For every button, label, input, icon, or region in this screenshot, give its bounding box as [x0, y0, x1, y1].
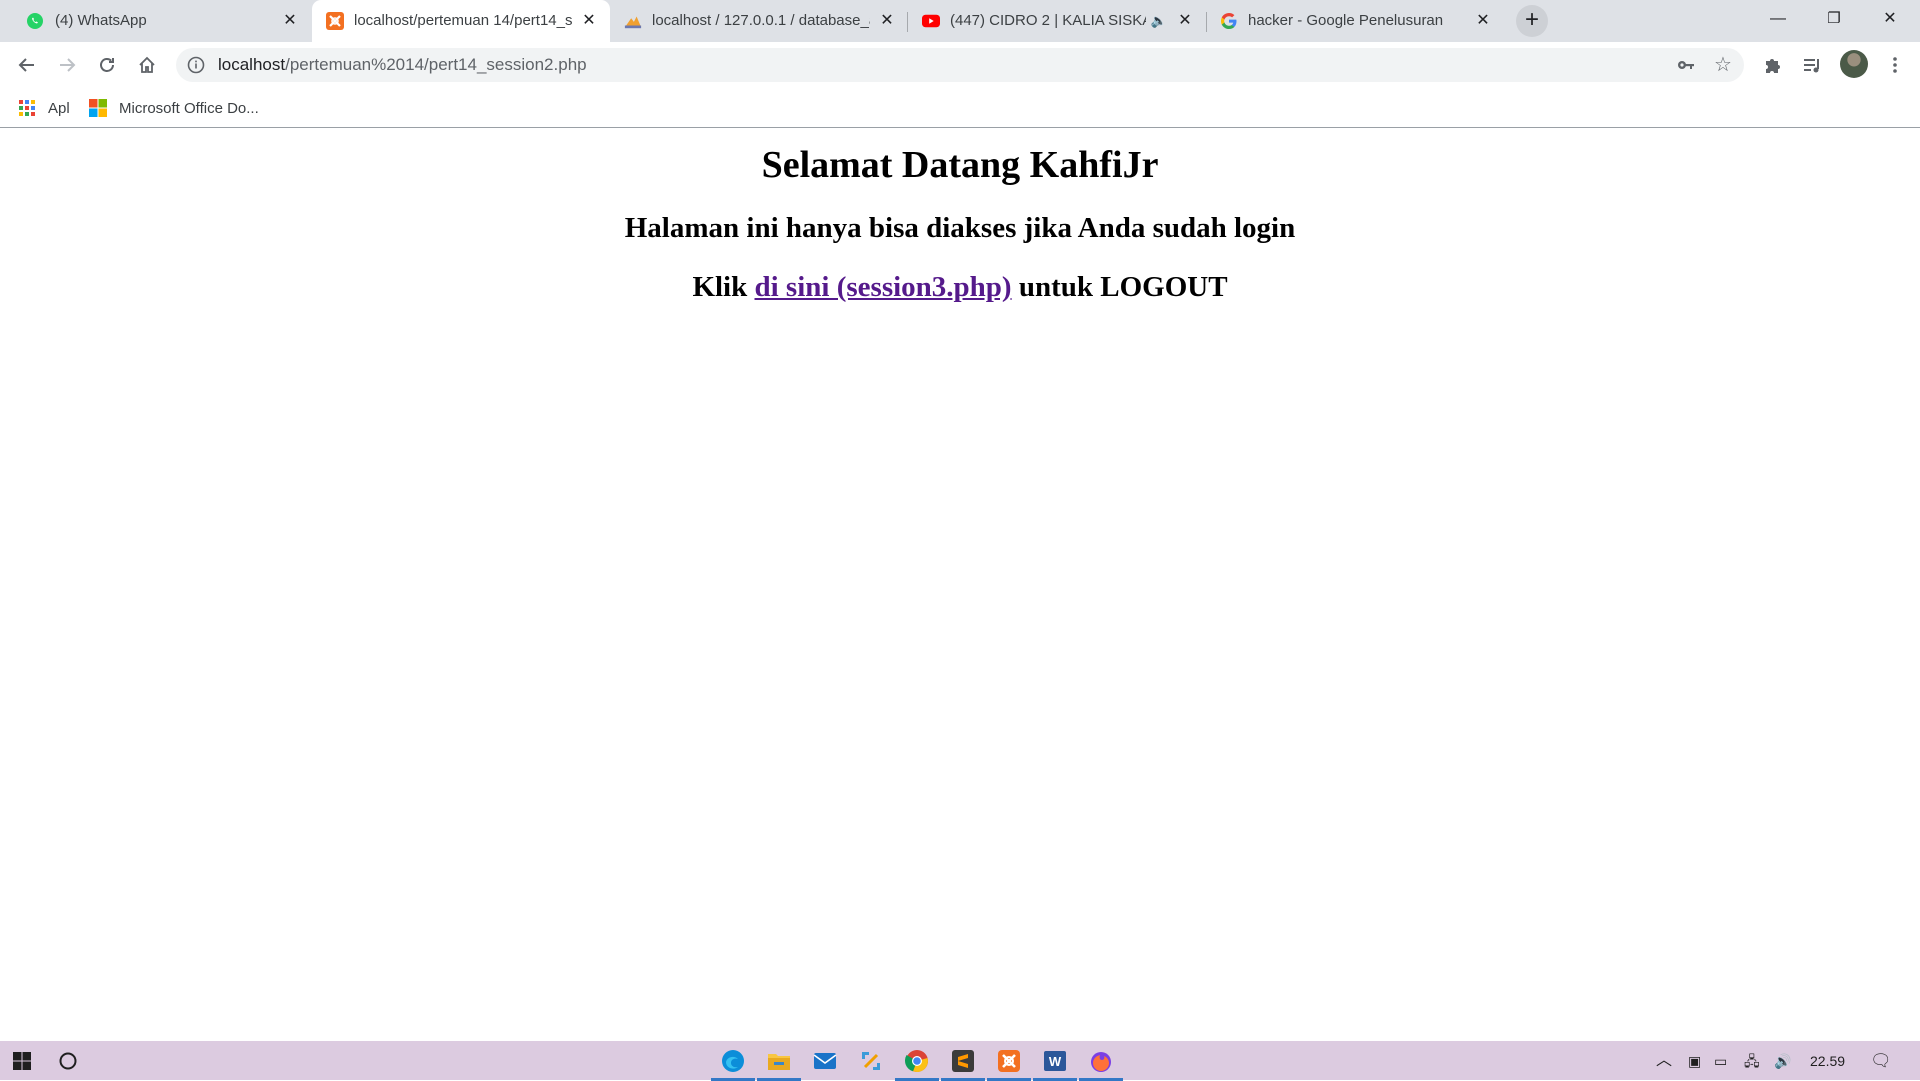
- bookmark-label: Microsoft Office Do...: [119, 99, 259, 117]
- phpmyadmin-icon: [624, 12, 642, 30]
- chevron-up-icon[interactable]: ︿: [1656, 1051, 1672, 1071]
- close-tab-icon[interactable]: ✕: [878, 12, 896, 30]
- bookmark-microsoft-office[interactable]: Microsoft Office Do...: [89, 98, 259, 118]
- tab-youtube[interactable]: (447) CIDRO 2 | KALIA SISKA 🔈 ✕: [908, 0, 1206, 42]
- extensions-button[interactable]: [1757, 50, 1787, 80]
- reload-icon: [100, 58, 114, 72]
- minimize-button[interactable]: —: [1750, 0, 1806, 38]
- sublime-text-icon[interactable]: [941, 1047, 985, 1081]
- bookmarks-bar: Apl Microsoft Office Do...: [0, 88, 1920, 128]
- xampp-icon[interactable]: [987, 1047, 1031, 1081]
- url-text[interactable]: localhost/pertemuan%2014/pert14_session2…: [218, 55, 587, 75]
- logout-link[interactable]: di sini (session3.php): [755, 271, 1012, 303]
- url-host: localhost: [218, 55, 286, 74]
- address-bar[interactable]: localhost/pertemuan%2014/pert14_session2…: [176, 48, 1744, 82]
- tab-session2[interactable]: localhost/pertemuan 14/pert14_s ✕: [312, 0, 610, 42]
- close-tab-icon[interactable]: ✕: [1474, 12, 1492, 30]
- search-circle-icon[interactable]: [54, 1047, 82, 1075]
- close-tab-icon[interactable]: ✕: [281, 12, 299, 30]
- tab-google[interactable]: hacker - Google Penelusuran ✕: [1206, 0, 1504, 42]
- snip-sketch-icon[interactable]: [857, 1047, 885, 1075]
- bookmark-label: Apl: [48, 99, 70, 117]
- chrome-icon[interactable]: [895, 1047, 939, 1081]
- profile-avatar[interactable]: [1840, 50, 1868, 78]
- youtube-icon: [922, 12, 940, 30]
- forward-button[interactable]: [52, 50, 82, 80]
- tab-whatsapp[interactable]: (4) WhatsApp ✕: [0, 0, 312, 42]
- xampp-icon: [326, 12, 344, 30]
- browser-toolbar: localhost/pertemuan%2014/pert14_session2…: [0, 42, 1920, 88]
- tab-phpmyadmin[interactable]: localhost / 127.0.0.1 / database_a ✕: [610, 0, 908, 42]
- windows-start-icon[interactable]: [8, 1047, 36, 1075]
- home-button[interactable]: [132, 50, 162, 80]
- bookmark-star-icon[interactable]: ☆: [1712, 54, 1734, 76]
- logout-suffix: untuk LOGOUT: [1018, 271, 1228, 303]
- whatsapp-icon: [26, 12, 44, 30]
- apps-grid-icon: [19, 100, 35, 116]
- media-controls-button[interactable]: [1797, 50, 1827, 80]
- info-icon: [187, 56, 205, 74]
- edge-icon[interactable]: [711, 1047, 755, 1081]
- playlist-icon: [1804, 59, 1819, 73]
- back-arrow-icon: [18, 58, 34, 72]
- word-icon[interactable]: W: [1033, 1047, 1077, 1081]
- key-icon: [1678, 61, 1694, 69]
- url-path: /pertemuan%2014/pert14_session2.php: [285, 55, 587, 74]
- restore-button[interactable]: ❐: [1806, 0, 1862, 38]
- tab-title: localhost/pertemuan 14/pert14_s: [354, 12, 572, 29]
- close-window-button[interactable]: ✕: [1862, 0, 1918, 38]
- tab-strip: (4) WhatsApp ✕ localhost/pertemuan 14/pe…: [0, 0, 1920, 42]
- home-icon: [139, 56, 155, 73]
- menu-button[interactable]: [1880, 50, 1910, 80]
- tab-title: (4) WhatsApp: [55, 12, 147, 29]
- tab-title: hacker - Google Penelusuran: [1248, 12, 1444, 29]
- microsoft-logo-icon: [89, 99, 107, 117]
- volume-icon[interactable]: 🔊: [1774, 1051, 1791, 1071]
- clock[interactable]: 22.59: [1810, 1051, 1845, 1071]
- network-icon[interactable]: 🖧: [1744, 1051, 1760, 1071]
- firefox-icon[interactable]: [1079, 1047, 1123, 1081]
- logout-prefix: Klik: [692, 271, 748, 303]
- puzzle-icon: [1766, 59, 1780, 73]
- svg-text:W: W: [1049, 1054, 1062, 1069]
- new-tab-button[interactable]: +: [1516, 5, 1548, 37]
- close-tab-icon[interactable]: ✕: [580, 12, 598, 30]
- close-tab-icon[interactable]: ✕: [1176, 12, 1194, 30]
- mail-icon[interactable]: [811, 1047, 839, 1075]
- tab-title: localhost / 127.0.0.1 / database_a: [652, 12, 870, 29]
- web-page-content: Selamat Datang KahfiJr Halaman ini hanya…: [0, 129, 1920, 1041]
- speaker-mute-icon[interactable]: 🔈: [1150, 12, 1168, 30]
- back-button[interactable]: [12, 50, 42, 80]
- notification-icon[interactable]: 🗨: [1870, 1051, 1892, 1071]
- windows-taskbar: W ︿ ▣ ▭ 🖧 🔊 22.59 🗨: [0, 1041, 1920, 1081]
- bookmark-apps[interactable]: Apl: [18, 98, 70, 118]
- more-vert-icon: [1893, 57, 1897, 73]
- forward-arrow-icon: [60, 58, 76, 72]
- file-explorer-icon[interactable]: [757, 1047, 801, 1081]
- page-subheading: Halaman ini hanya bisa diakses jika Anda…: [624, 212, 1296, 244]
- battery-icon[interactable]: ▭: [1714, 1051, 1727, 1071]
- google-icon: [1220, 12, 1238, 30]
- page-heading: Selamat Datang KahfiJr: [761, 144, 1159, 186]
- logout-line: Klik di sini (session3.php) untuk LOGOUT: [0, 268, 1920, 306]
- meet-now-icon[interactable]: ▣: [1688, 1051, 1701, 1071]
- reload-button[interactable]: [92, 50, 122, 80]
- tab-title: (447) CIDRO 2 | KALIA SISKA: [950, 12, 1146, 29]
